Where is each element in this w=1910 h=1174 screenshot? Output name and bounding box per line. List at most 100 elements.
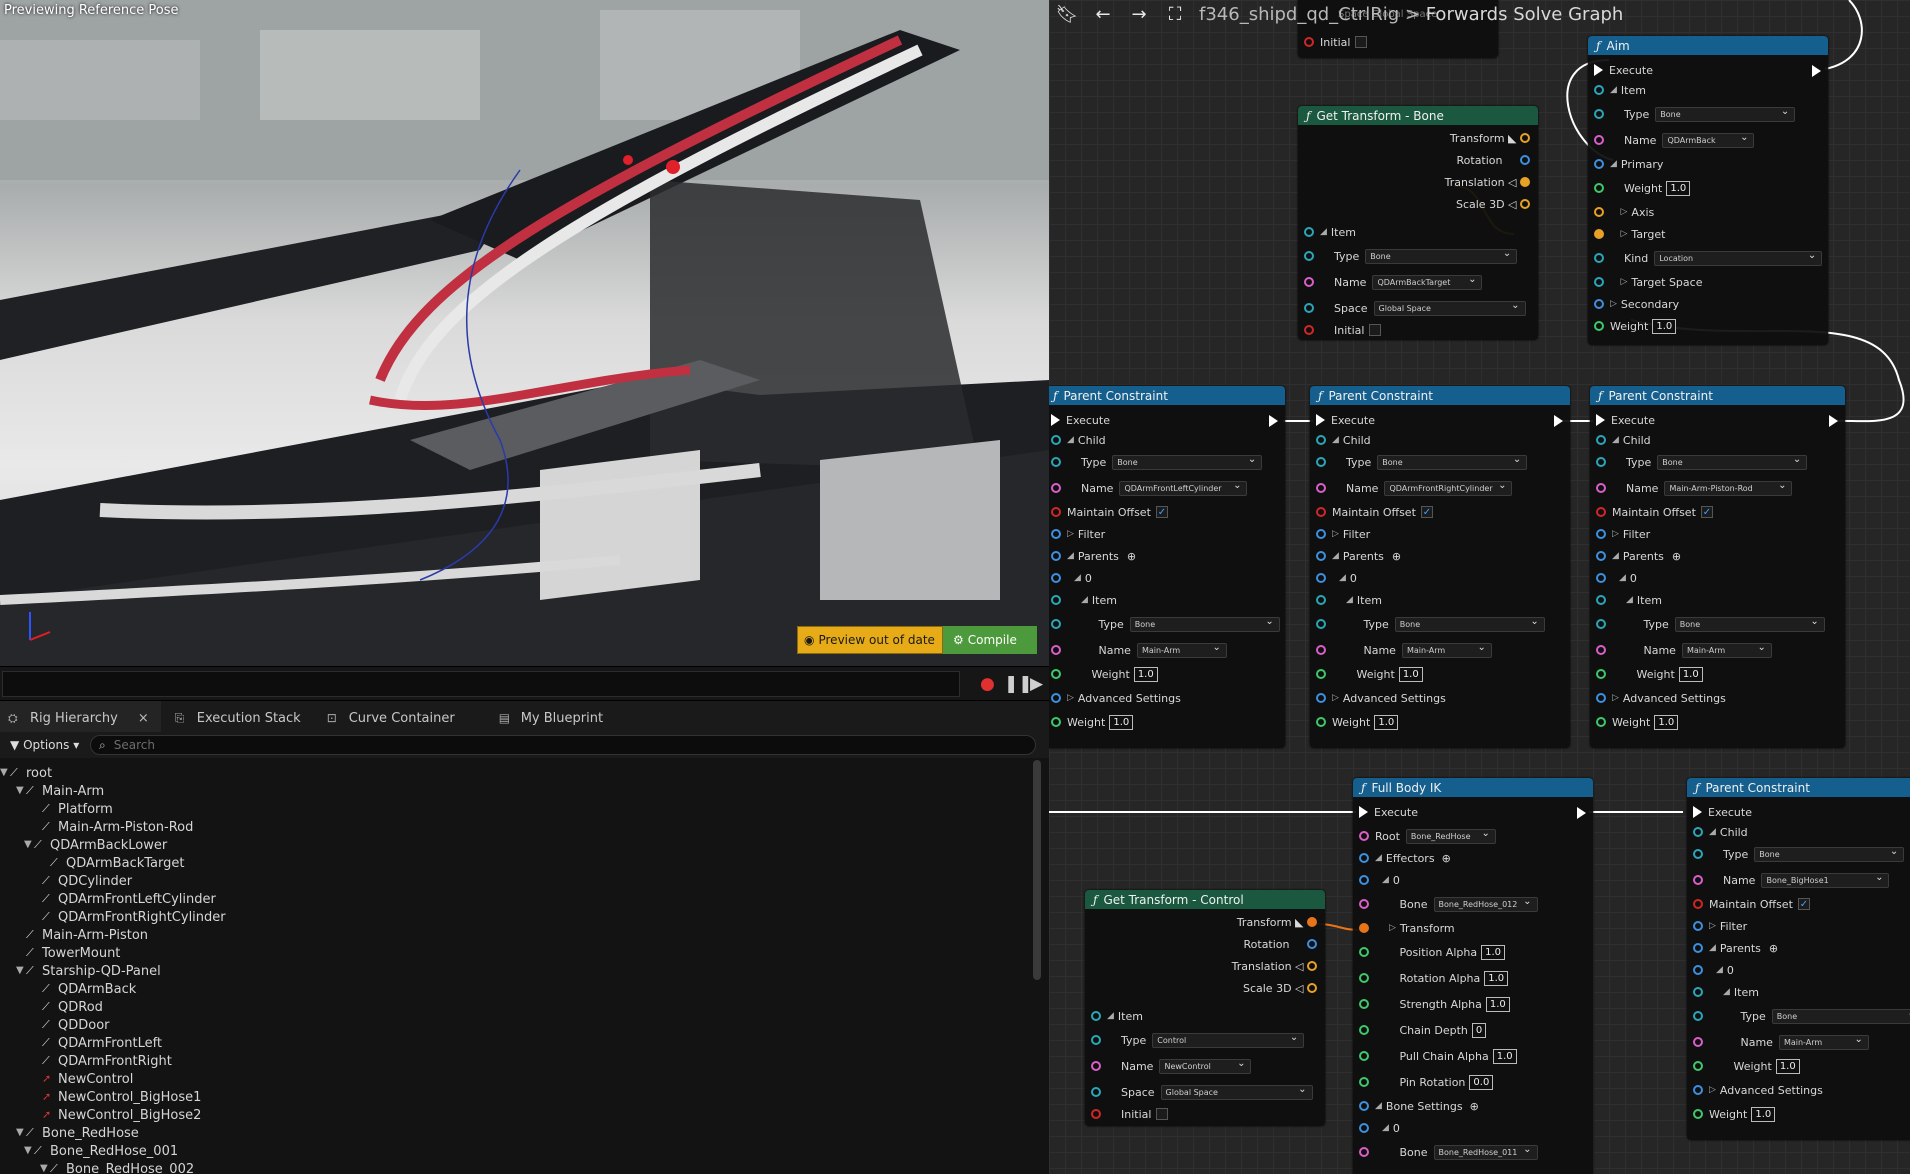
tree-item-control[interactable]: ➚ NewControl: [42, 1070, 133, 1088]
name-dropdown[interactable]: Main-Arm: [1681, 642, 1772, 658]
pin[interactable]: [1051, 595, 1061, 605]
pin[interactable]: [1359, 1147, 1369, 1157]
pull-chain-alpha-field[interactable]: 1.0: [1492, 1048, 1517, 1064]
weight-field[interactable]: 1.0: [1775, 1058, 1800, 1074]
pin[interactable]: [1051, 435, 1061, 445]
pin[interactable]: [1091, 1061, 1101, 1071]
expand-toggle-icon[interactable]: ▼: [24, 839, 32, 850]
rotation-alpha-field[interactable]: 1.0: [1484, 970, 1509, 986]
name-dropdown[interactable]: Bone_BigHose1: [1761, 872, 1890, 888]
pin[interactable]: [1051, 669, 1061, 679]
pin[interactable]: [1594, 229, 1604, 239]
pin[interactable]: [1051, 717, 1061, 727]
pin[interactable]: [1594, 321, 1604, 331]
pin[interactable]: [1307, 983, 1317, 993]
pin[interactable]: [1316, 529, 1326, 539]
tab-rig-hierarchy[interactable]: ⛭ Rig Hierarchy ×: [0, 701, 161, 735]
pin[interactable]: [1359, 947, 1369, 957]
pin[interactable]: [1316, 717, 1326, 727]
expand-toggle-icon[interactable]: ▼: [16, 965, 24, 976]
pin[interactable]: [1594, 183, 1604, 193]
pin[interactable]: [1359, 831, 1369, 841]
parent-constraint-node-4[interactable]: ƒ Parent Constraint Execute ◢ Child Type Bone…: [1687, 778, 1910, 1140]
close-icon[interactable]: ×: [138, 711, 149, 726]
maintain-offset-checkbox[interactable]: ✓: [1700, 506, 1713, 518]
pin[interactable]: [1596, 573, 1606, 583]
pin[interactable]: [1091, 1109, 1101, 1119]
type-dropdown[interactable]: Bone: [1754, 846, 1905, 862]
pin[interactable]: [1596, 595, 1606, 605]
pin[interactable]: [1693, 899, 1703, 909]
pin[interactable]: [1596, 435, 1606, 445]
pin[interactable]: [1596, 717, 1606, 727]
pin[interactable]: [1316, 645, 1326, 655]
weight-field[interactable]: 1.0: [1678, 666, 1703, 682]
preview-out-of-date-button[interactable]: ◉ Preview out of date: [797, 626, 943, 654]
pin[interactable]: [1594, 159, 1604, 169]
pin[interactable]: [1596, 669, 1606, 679]
name-dropdown[interactable]: QDArmBack: [1662, 132, 1755, 148]
position-alpha-field[interactable]: 1.0: [1481, 944, 1505, 960]
pin[interactable]: [1316, 619, 1326, 629]
tab-my-blueprint[interactable]: ▤ My Blueprint: [491, 701, 615, 735]
timeline-track[interactable]: [2, 671, 960, 697]
tree-item-bone[interactable]: ⟋ Starship-QD-Panel: [26, 962, 161, 980]
tree-item-bone[interactable]: ⟋ QDArmFrontLeftCylinder: [42, 890, 216, 908]
pin[interactable]: [1596, 693, 1606, 703]
space-dropdown[interactable]: Global Space: [1160, 1084, 1313, 1100]
pin[interactable]: [1304, 251, 1314, 261]
pin[interactable]: [1520, 177, 1530, 187]
tree-item-bone[interactable]: ⟋ Platform: [42, 800, 113, 818]
space-dropdown[interactable]: Global Space: [1373, 300, 1526, 316]
tree-item-bone[interactable]: ⟋ QDDoor: [42, 1016, 110, 1034]
name-dropdown[interactable]: Main-Arm: [1778, 1034, 1869, 1050]
type-dropdown[interactable]: Bone: [1377, 454, 1528, 470]
exec-out-pin[interactable]: [1577, 807, 1586, 819]
pin[interactable]: [1304, 325, 1314, 335]
pin[interactable]: [1316, 595, 1326, 605]
pin[interactable]: [1051, 529, 1061, 539]
forward-arrow-icon[interactable]: →: [1121, 4, 1157, 25]
maintain-offset-checkbox[interactable]: ✓: [1155, 506, 1168, 518]
pin[interactable]: [1307, 917, 1317, 927]
maintain-offset-checkbox[interactable]: ✓: [1420, 506, 1433, 518]
type-dropdown[interactable]: Bone: [1129, 616, 1280, 632]
parent-constraint-node-1[interactable]: ƒ Parent Constraint Execute ◢ Child Type Bone…: [1049, 386, 1285, 748]
pin[interactable]: [1316, 693, 1326, 703]
pin[interactable]: [1693, 921, 1703, 931]
exec-out-pin[interactable]: [1812, 65, 1821, 77]
exec-pin[interactable]: [1596, 414, 1605, 426]
tree-scrollbar[interactable]: [1033, 760, 1041, 980]
pin[interactable]: [1596, 551, 1606, 561]
name-dropdown[interactable]: Main-Arm: [1136, 642, 1227, 658]
pin[interactable]: [1594, 299, 1604, 309]
add-icon[interactable]: ⊕: [1470, 1100, 1479, 1113]
pin[interactable]: [1051, 457, 1061, 467]
pin[interactable]: [1316, 573, 1326, 583]
full-body-ik-node[interactable]: ƒ Full Body IK Execute Root Bone_RedHose ◢…: [1353, 778, 1593, 1174]
tree-item-bone[interactable]: ⟋ QDArmFrontRightCylinder: [42, 908, 226, 926]
pin[interactable]: [1359, 1025, 1369, 1035]
pin[interactable]: [1693, 1109, 1703, 1119]
tree-item-bone[interactable]: ⟋ QDArmFrontLeft: [42, 1034, 162, 1052]
tree-item-bone[interactable]: ⟋ QDArmBack: [42, 980, 136, 998]
pin[interactable]: [1596, 457, 1606, 467]
graph-editor[interactable]: 🔖︎ ← → ⛶ f346_shipd_qd_CtrlRig > Forward…: [1049, 0, 1910, 1174]
tree-item-bone[interactable]: ⟋ QDArmBackTarget: [50, 854, 184, 872]
tree-item-bone[interactable]: ⟋ QDRod: [42, 998, 103, 1016]
pin[interactable]: [1091, 1011, 1101, 1021]
expand-toggle-icon[interactable]: ▼: [16, 1127, 24, 1138]
pin[interactable]: [1316, 551, 1326, 561]
pin[interactable]: [1304, 303, 1314, 313]
tree-item-control[interactable]: ➚ NewControl_BigHose2: [42, 1106, 201, 1124]
pin[interactable]: [1359, 999, 1369, 1009]
tree-item-bone[interactable]: ⟋ Bone_RedHose_001: [34, 1142, 178, 1160]
weight-field[interactable]: 1.0: [1109, 714, 1134, 730]
pin[interactable]: [1520, 199, 1530, 209]
tab-curve-container[interactable]: ⊡ Curve Container: [319, 701, 467, 735]
pin[interactable]: [1693, 827, 1703, 837]
pin[interactable]: [1051, 551, 1061, 561]
pin[interactable]: [1307, 961, 1317, 971]
pin[interactable]: [1594, 253, 1604, 263]
tree-item-bone[interactable]: ⟋ Main-Arm-Piston: [26, 926, 148, 944]
